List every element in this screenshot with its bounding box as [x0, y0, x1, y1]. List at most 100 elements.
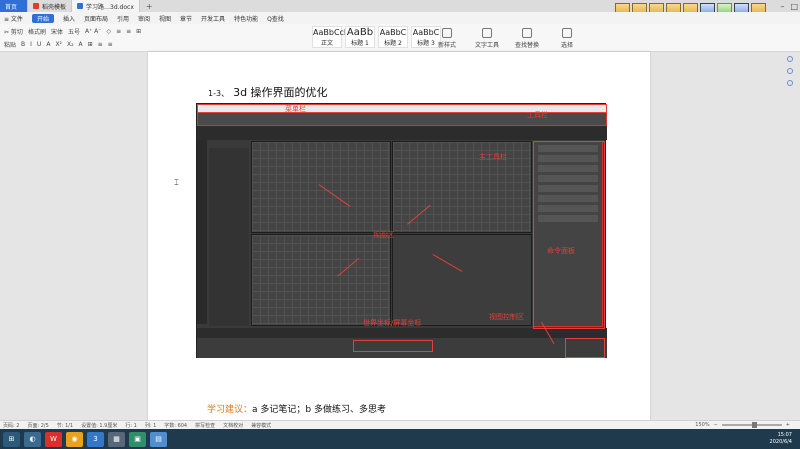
status-spellcheck[interactable]: 拼写检查 [195, 422, 215, 429]
section-heading: 1-3、 3d 操作界面的优化 [208, 84, 328, 100]
menu-item-1[interactable]: 开始 [31, 13, 54, 23]
status-bar: 页码: 2 页面: 2/5 节: 1/1 设置值: 1.9厘米 行: 1 列: … [0, 420, 800, 429]
clock-time: 15:07 [777, 432, 792, 438]
ribbon-tool-1[interactable]: 文字工具 [472, 28, 502, 49]
zoom-in-icon[interactable]: + [786, 422, 790, 428]
taskbar: ⊞ ◐ W ◉ 3 ▦ ▣ ▤ 15:07 2020/6/4 [0, 429, 800, 449]
system-clock[interactable]: 15:07 2020/6/4 [770, 432, 792, 446]
taskbar-app-7[interactable]: ▤ [150, 431, 167, 447]
tab-docer-label: 稻壳模板 [42, 3, 67, 11]
ribbon-row-2: 粘贴 B I U A X² X₂ A ⊞ ≡ ≡ [4, 40, 113, 49]
menu-item-7[interactable]: 章节 [180, 14, 192, 23]
ribbon-tool-r1-2[interactable]: 宋体 [51, 27, 63, 36]
ribbon-tool-r2-6[interactable]: X₂ [67, 41, 74, 48]
menu-item-3[interactable]: 页面布局 [84, 14, 108, 23]
tab-document[interactable]: 学习路…3d.docx [72, 0, 140, 12]
menu-item-2[interactable]: 插入 [63, 14, 75, 23]
tab-docer[interactable]: 稻壳模板 [28, 0, 73, 12]
taskbar-app-wps[interactable]: W [45, 431, 62, 447]
ribbon-tool-r2-5[interactable]: X² [55, 41, 62, 48]
minimize-icon[interactable]: – [780, 2, 784, 11]
docer-icon [33, 3, 39, 9]
sidebar-icon-3[interactable] [787, 80, 793, 86]
menu-item-5[interactable]: 审阅 [138, 14, 150, 23]
maximize-icon[interactable]: □ [790, 2, 798, 11]
tab-home-label: 首页 [5, 3, 18, 11]
menu-item-0[interactable]: ≡ 文件 [4, 14, 23, 23]
ribbon-tool-r1-0[interactable]: ✂ 剪切 [4, 27, 23, 36]
status-setting: 设置值: 1.9厘米 [81, 422, 118, 429]
taskbar-app-6[interactable]: ▣ [129, 431, 146, 447]
ribbon-tool-r1-8[interactable]: ⊞ [136, 28, 141, 35]
ribbon-tool-icon [482, 28, 492, 38]
study-tip-text: a 多记笔记；b 多做练习、多思考 [252, 405, 386, 415]
taskbar-app-1[interactable]: ◐ [24, 431, 41, 447]
ribbon-tool-r2-2[interactable]: I [30, 41, 32, 48]
zoom-level[interactable]: 150% [695, 422, 709, 428]
ribbon-tool-icon [442, 28, 452, 38]
style-1[interactable]: AaBb 标题 1 [345, 26, 375, 48]
ribbon-tool-label: 文字工具 [474, 42, 499, 49]
ribbon-tool-r2-7[interactable]: A [78, 41, 82, 48]
zoom-out-icon[interactable]: − [714, 422, 718, 428]
menu-item-9[interactable]: 特色功能 [234, 14, 258, 23]
viewport-nav-box [565, 338, 605, 358]
ribbon-tool-r1-7[interactable]: ≡ [126, 28, 131, 35]
status-words[interactable]: 字数: 604 [164, 422, 187, 429]
ribbon-tool-r2-10[interactable]: ≡ [108, 41, 113, 48]
menu-item-6[interactable]: 视图 [159, 14, 171, 23]
location-icon[interactable] [787, 56, 793, 62]
ribbon-tool-0[interactable]: 新样式 [432, 28, 462, 49]
ribbon-tool-r2-1[interactable]: B [21, 41, 25, 48]
ribbon-tool-r1-4[interactable]: A⁺ A⁻ [85, 28, 101, 35]
embedded-3dsmax-screenshot[interactable]: 菜单栏 工具栏 主工具栏 视图区 命令面板 世界坐标/屏幕坐标 视图控制区 [196, 103, 607, 358]
annotation-toolbar: 工具栏 [527, 111, 548, 119]
style-gallery: AaBbCcDd 正文 AaBb 标题 1 AaBbC 标题 2 AaBbC 标题 3 [312, 26, 441, 48]
ribbon-tool-2[interactable]: 查找替换 [512, 28, 542, 49]
annotation-main-toolbar: 主工具栏 [479, 153, 507, 161]
status-proof[interactable]: 文档校对 [223, 422, 243, 429]
ribbon-tool-r1-1[interactable]: 格式刷 [28, 27, 46, 36]
coords-box [353, 340, 433, 352]
zoom-slider-knob[interactable] [751, 422, 757, 428]
status-pages: 页面: 2/5 [27, 422, 49, 429]
chrome-icon[interactable]: ◉ [66, 431, 83, 447]
ribbon-tool-r1-6[interactable]: ≡ [116, 28, 121, 35]
ribbon: ✂ 剪切 格式刷 宋体 五号 A⁺ A⁻ ◇ ≡ ≡ ⊞ 粘贴 B I U A X² X₂ A ⊞ ≡ ≡ AaBb… [0, 24, 800, 52]
heading-number: 1-3、 [208, 89, 230, 98]
style-preview: AaBbC [379, 28, 407, 37]
max-left-toolstrip [197, 140, 207, 324]
max-scene-explorer [209, 148, 249, 326]
ribbon-tool-r1-5[interactable]: ◇ [106, 28, 111, 35]
ribbon-tool-r2-8[interactable]: ⊞ [88, 41, 93, 48]
ribbon-tool-3[interactable]: 选择 [552, 28, 582, 49]
text-cursor-icon: ⌶ [174, 178, 179, 187]
menu-item-4[interactable]: 引用 [117, 14, 129, 23]
study-tip: 学习建议：a 多记笔记；b 多做练习、多思考 [207, 402, 386, 415]
ribbon-tool-r2-9[interactable]: ≡ [98, 41, 103, 48]
start-icon[interactable]: ⊞ [3, 431, 20, 447]
ribbon-tool-label: 新样式 [437, 42, 456, 49]
ribbon-tool-r2-3[interactable]: U [37, 41, 41, 48]
style-2[interactable]: AaBbC 标题 2 [378, 26, 408, 48]
tab-home[interactable]: 首页 [0, 0, 28, 12]
zoom-slider[interactable] [721, 422, 782, 428]
viewport-left [251, 234, 391, 326]
menu-item-8[interactable]: 开发工具 [201, 14, 225, 23]
ribbon-tool-r1-3[interactable]: 五号 [68, 27, 80, 36]
sidebar-icon-2[interactable] [787, 68, 793, 74]
new-tab-button[interactable]: + [140, 2, 159, 11]
menu-item-10[interactable]: Q查找 [267, 14, 284, 23]
taskbar-app-5[interactable]: ▦ [108, 431, 125, 447]
ribbon-tool-r2-0[interactable]: 粘贴 [4, 40, 16, 49]
study-tip-label: 学习建议： [207, 405, 253, 415]
taskbar-app-4[interactable]: 3 [87, 431, 104, 447]
annotation-coords: 世界坐标/屏幕坐标 [363, 319, 422, 327]
status-col: 列: 1 [144, 422, 157, 429]
status-mode: 兼容模式 [251, 422, 272, 429]
ribbon-tool-r2-4[interactable]: A [46, 41, 50, 48]
right-sidebar [784, 56, 796, 86]
status-page: 页码: 2 [3, 422, 20, 429]
style-0[interactable]: AaBbCcDd 正文 [312, 26, 355, 48]
ribbon-tool-label: 选择 [560, 42, 573, 49]
